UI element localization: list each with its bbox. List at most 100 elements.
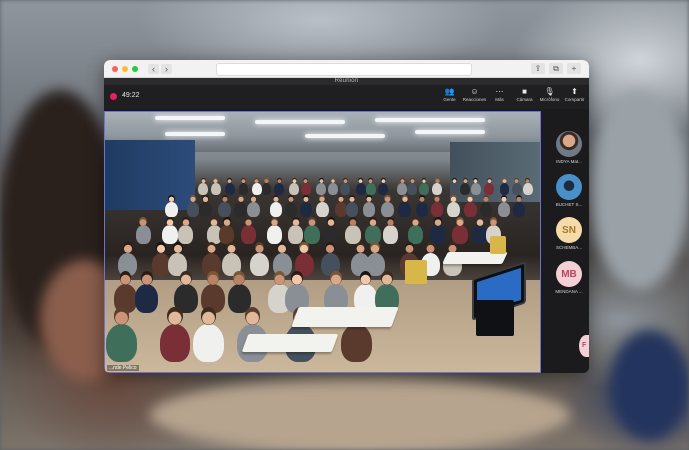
people-label: Gente (443, 97, 456, 102)
mic-label: Micrófono (539, 97, 560, 102)
new-tab-icon[interactable]: + (567, 63, 581, 74)
audience-member (340, 324, 372, 362)
audience-member (250, 252, 270, 276)
audience-member-head (500, 195, 508, 203)
audience-member (407, 182, 417, 196)
browser-actions: ⇪ ⧉ + (531, 63, 581, 74)
audience-member (355, 182, 366, 196)
audience-member-head (366, 195, 373, 203)
audience-member (362, 202, 376, 218)
tabs-overview-icon[interactable]: ⧉ (549, 63, 563, 74)
audience-member-head (349, 216, 357, 226)
audience-member (269, 202, 283, 218)
audience-member (415, 202, 429, 218)
audience-member (199, 202, 212, 218)
browser-window: ‹ › ⇪ ⧉ + Réunion 49:22 👥 Gente ☺ Reacci… (104, 60, 589, 373)
participant-tile[interactable]: BUCHET S... (549, 174, 589, 207)
close-window-button[interactable] (112, 65, 118, 72)
camera-button[interactable]: ■ Cámara (512, 87, 537, 107)
audience-member (210, 182, 221, 196)
audience-member-head (348, 195, 356, 203)
audience-member (365, 225, 381, 244)
audience-member-head (210, 216, 218, 226)
audience-member-head (404, 242, 415, 254)
audience-member-head (434, 177, 440, 184)
audience-member (323, 225, 339, 244)
audience-member-head (245, 307, 261, 325)
audience-member-head (167, 307, 183, 325)
audience-member (497, 202, 511, 218)
audience-member-head (450, 195, 457, 203)
audience-member-head (411, 216, 420, 226)
audience-member (430, 202, 444, 218)
audience-member (398, 202, 411, 218)
audience-member-head (421, 177, 427, 184)
participant-tile[interactable]: MB MENDANA ... (549, 261, 589, 294)
audience-member (484, 182, 495, 196)
audience-member-head (433, 195, 441, 203)
audience-member-head (273, 271, 286, 285)
audience-member (288, 225, 304, 244)
audience-member-head (181, 216, 190, 226)
back-icon[interactable]: ‹ (148, 63, 159, 74)
share-button[interactable]: ⬆ Compartir (562, 87, 587, 107)
people-button[interactable]: 👥 Gente (437, 87, 462, 107)
audience-member (397, 182, 408, 196)
audience-member-head (287, 195, 295, 203)
audience-member-head (384, 195, 391, 203)
zoom-window-button[interactable] (132, 65, 138, 72)
audience-member (300, 182, 311, 196)
ceiling-light (255, 120, 345, 124)
audience-member-head (308, 216, 316, 226)
participant-tile[interactable]: INDYA Mat... (549, 131, 589, 164)
audience-member (289, 182, 300, 196)
forward-icon[interactable]: › (161, 63, 172, 74)
audience-member (316, 182, 327, 196)
mic-button[interactable]: 🎙 Micrófono (537, 87, 562, 107)
participant-tile[interactable]: SN SCHEMBA... (549, 217, 589, 250)
audience-member-head (355, 242, 366, 254)
audience-member (499, 182, 510, 196)
audience-member (219, 225, 235, 244)
meeting-controls: 👥 Gente ☺ Reacciones ⋯ Más ■ Cámara 🎙 Mi… (437, 87, 587, 107)
audience-member-head (241, 177, 246, 184)
audience-member-head (330, 177, 336, 184)
camera-label: Cámara (516, 97, 533, 102)
audience-table (291, 307, 399, 327)
more-participants-avatar[interactable]: F (579, 335, 589, 357)
audience-member (479, 202, 493, 218)
audience-member-head (318, 177, 324, 184)
window-controls (112, 65, 138, 72)
ceiling-light (155, 116, 225, 120)
audience-member-head (200, 177, 206, 184)
audience-member-head (207, 271, 220, 285)
audience-member (452, 225, 468, 244)
audience-member (225, 182, 235, 196)
minimize-window-button[interactable] (122, 65, 128, 72)
audience-member-head (381, 271, 393, 285)
bg-monitor-right (610, 330, 689, 440)
audience-member-head (180, 271, 192, 285)
audience-member-head (202, 195, 209, 203)
audience-member (162, 225, 178, 244)
audience-member-head (113, 307, 130, 325)
audience-member (238, 182, 249, 196)
browser-chrome: ‹ › ⇪ ⧉ + (104, 60, 589, 78)
audience-member-head (277, 242, 287, 254)
audience-member (193, 324, 225, 362)
reactions-button[interactable]: ☺ Reacciones (462, 87, 487, 107)
audience-member (447, 202, 460, 218)
main-video-tile[interactable]: ...nde Pelico (104, 111, 541, 373)
meeting-stage: ...nde Pelico INDYA Mat... BUCHET S... S… (104, 109, 589, 373)
speaker-name-tag: ...nde Pelico (107, 365, 139, 371)
address-bar[interactable] (216, 63, 472, 76)
audience-member (511, 182, 522, 196)
audience-member (284, 202, 298, 218)
more-button[interactable]: ⋯ Más (487, 87, 512, 107)
share-page-icon[interactable]: ⇪ (531, 63, 545, 74)
audience-table (241, 334, 339, 352)
navigation-buttons: ‹ › (148, 63, 172, 74)
ceiling-light (305, 134, 385, 138)
audience-member-head (140, 271, 153, 285)
audience-member-head (369, 216, 377, 226)
